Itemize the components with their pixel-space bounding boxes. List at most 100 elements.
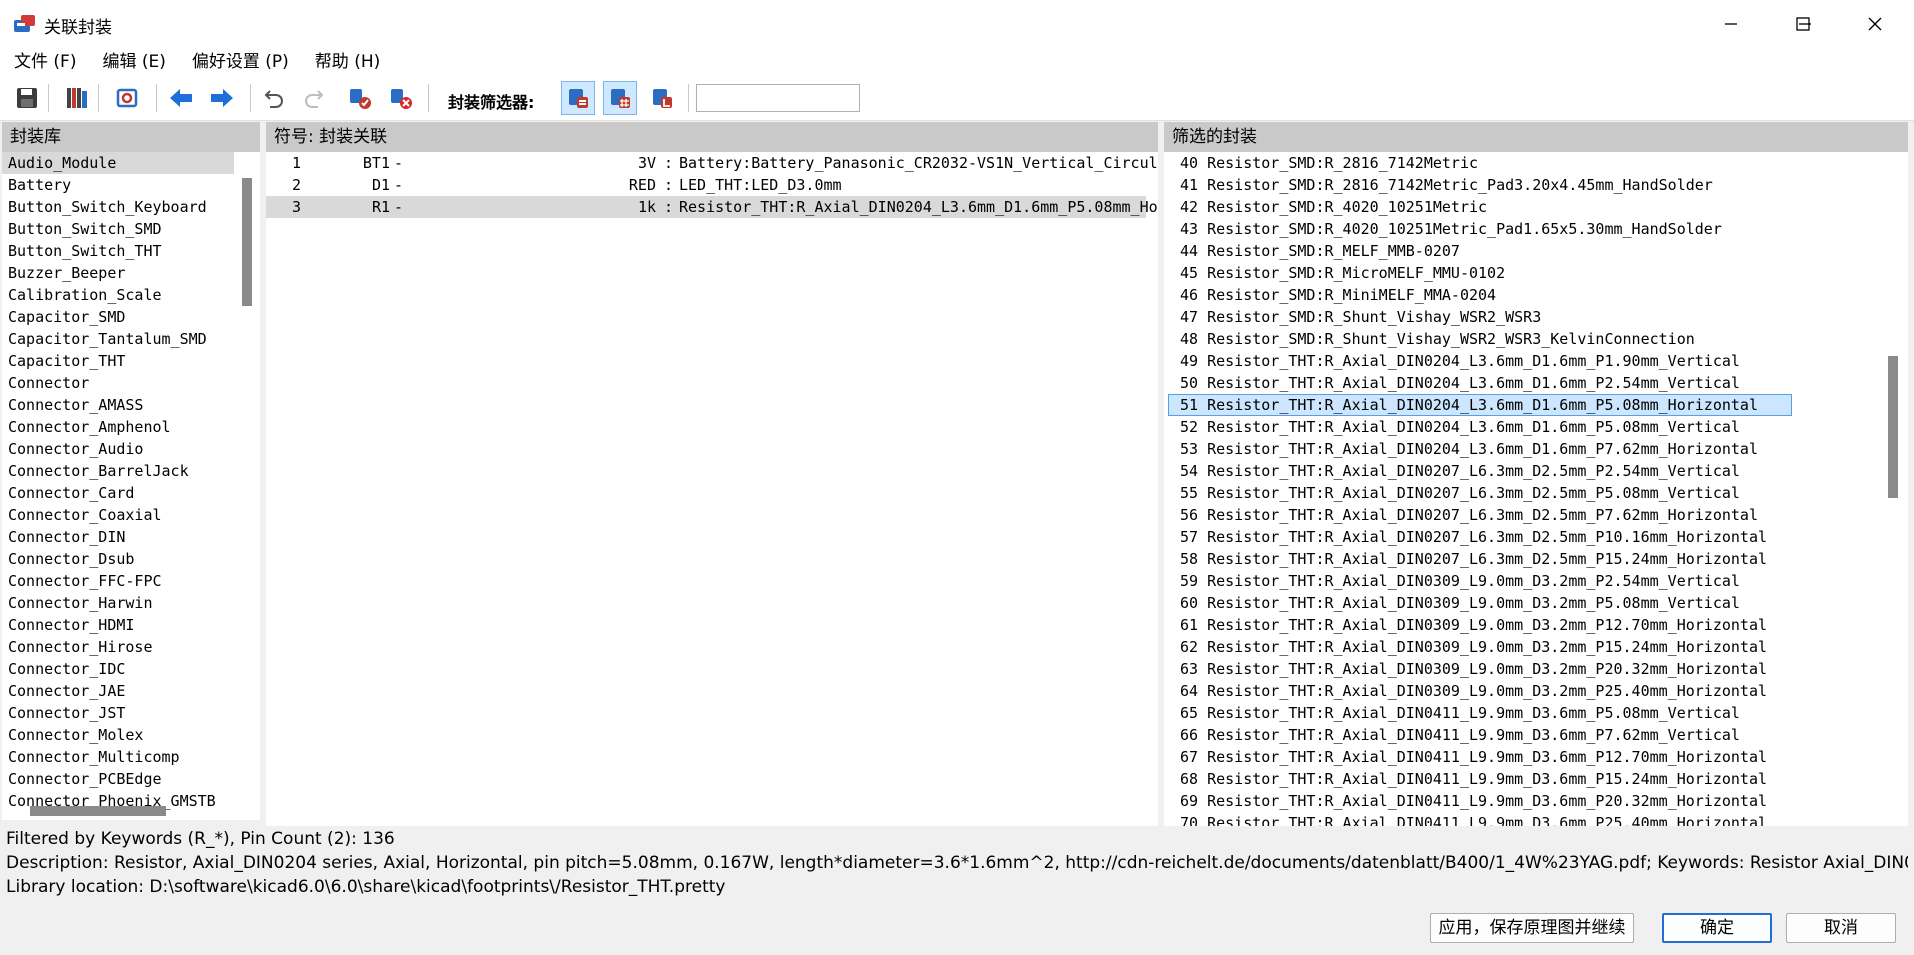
library-item[interactable]: Button_Switch_SMD (2, 218, 234, 240)
library-item[interactable]: Connector_DIN (2, 526, 234, 548)
footprint-item[interactable]: 66 Resistor_THT:R_Axial_DIN0411_L9.9mm_D… (1168, 724, 1792, 746)
footprint-item[interactable]: 57 Resistor_THT:R_Axial_DIN0207_L6.3mm_D… (1168, 526, 1792, 548)
footprint-item[interactable]: 70 Resistor_THT:R_Axial_DIN0411_L9.9mm_D… (1168, 812, 1792, 826)
menu-item[interactable]: 编辑 (E) (88, 48, 177, 76)
library-item[interactable]: Connector_HDMI (2, 614, 234, 636)
footprint-item[interactable]: 59 Resistor_THT:R_Axial_DIN0309_L9.0mm_D… (1168, 570, 1792, 592)
library-item[interactable]: Connector_AMASS (2, 394, 234, 416)
delete-associations-button[interactable] (384, 81, 418, 115)
library-item[interactable]: Buzzer_Beeper (2, 262, 234, 284)
footprint-number: 65 (1180, 704, 1199, 722)
footprint-item[interactable]: 65 Resistor_THT:R_Axial_DIN0411_L9.9mm_D… (1168, 702, 1792, 724)
library-item[interactable]: Connector_BarrelJack (2, 460, 234, 482)
auto-assign-button[interactable] (343, 81, 377, 115)
library-item[interactable]: Button_Switch_Keyboard (2, 196, 234, 218)
library-item[interactable]: Connector_IDC (2, 658, 234, 680)
footprint-item[interactable]: 54 Resistor_THT:R_Axial_DIN0207_L6.3mm_D… (1168, 460, 1792, 482)
symbol-row[interactable]: 2 D1- RED: LED_THT:LED_D3.0mm (266, 174, 1146, 196)
footprint-item[interactable]: 60 Resistor_THT:R_Axial_DIN0309_L9.0mm_D… (1168, 592, 1792, 614)
library-item[interactable]: Connector_Card (2, 482, 234, 504)
footprint-item[interactable]: 45 Resistor_SMD:R_MicroMELF_MMU-0102 (1168, 262, 1792, 284)
apply-save-continue-button[interactable]: 应用，保存原理图并继续 (1430, 913, 1634, 943)
library-item[interactable]: Connector_FFC-FPC (2, 570, 234, 592)
footprint-item[interactable]: 53 Resistor_THT:R_Axial_DIN0204_L3.6mm_D… (1168, 438, 1792, 460)
footprint-item[interactable]: 62 Resistor_THT:R_Axial_DIN0309_L9.0mm_D… (1168, 636, 1792, 658)
footprint-item[interactable]: 52 Resistor_THT:R_Axial_DIN0204_L3.6mm_D… (1168, 416, 1792, 438)
libraries-hscroll-thumb[interactable] (30, 806, 166, 816)
footprint-number: 61 (1180, 616, 1199, 634)
close-button[interactable] (1840, 0, 1910, 48)
footprint-item[interactable]: 51 Resistor_THT:R_Axial_DIN0204_L3.6mm_D… (1168, 394, 1792, 416)
footprint-item[interactable]: 44 Resistor_SMD:R_MELF_MMB-0207 (1168, 240, 1792, 262)
library-item[interactable]: Connector_Coaxial (2, 504, 234, 526)
previous-button[interactable] (164, 81, 198, 115)
library-item[interactable]: Connector_Audio (2, 438, 234, 460)
footprint-item[interactable]: 68 Resistor_THT:R_Axial_DIN0411_L9.9mm_D… (1168, 768, 1792, 790)
footprint-item[interactable]: 42 Resistor_SMD:R_4020_10251Metric (1168, 196, 1792, 218)
library-item[interactable]: Connector (2, 372, 234, 394)
redo-button[interactable] (297, 81, 331, 115)
symbol-value: 1k (637, 198, 656, 216)
footprint-number: 55 (1180, 484, 1199, 502)
library-item[interactable]: Connector_Dsub (2, 548, 234, 570)
library-item[interactable]: Capacitor_Tantalum_SMD (2, 328, 234, 350)
footprint-item[interactable]: 48 Resistor_SMD:R_Shunt_Vishay_WSR2_WSR3… (1168, 328, 1792, 350)
footprint-item[interactable]: 41 Resistor_SMD:R_2816_7142Metric_Pad3.2… (1168, 174, 1792, 196)
footprint-item[interactable]: 40 Resistor_SMD:R_2816_7142Metric (1168, 152, 1792, 174)
next-button[interactable] (205, 81, 239, 115)
library-item[interactable]: Connector_JST (2, 702, 234, 724)
cancel-button[interactable]: 取消 (1786, 913, 1896, 943)
filter-pincount-toggle[interactable] (603, 81, 637, 115)
symbol-row[interactable]: 1 BT1- 3V: Battery:Battery_Panasonic_CR2032… (266, 152, 1158, 174)
footprint-item[interactable]: 50 Resistor_THT:R_Axial_DIN0204_L3.6mm_D… (1168, 372, 1792, 394)
library-item[interactable]: Connector_Multicomp (2, 746, 234, 768)
symbol-value: 3V (637, 154, 656, 172)
footprint-item[interactable]: 67 Resistor_THT:R_Axial_DIN0411_L9.9mm_D… (1168, 746, 1792, 768)
library-item[interactable]: Connector_PCBEdge (2, 768, 234, 790)
footprint-item[interactable]: 69 Resistor_THT:R_Axial_DIN0411_L9.9mm_D… (1168, 790, 1792, 812)
footprint-item[interactable]: 46 Resistor_SMD:R_MiniMELF_MMA-0204 (1168, 284, 1792, 306)
maximize-button[interactable] (1768, 0, 1838, 48)
undo-icon (264, 90, 283, 108)
libraries-vscroll-thumb[interactable] (242, 178, 252, 306)
symbol-footprint: LED_THT:LED_D3.0mm (679, 176, 842, 194)
save-button[interactable] (10, 81, 44, 115)
footprint-item[interactable]: 58 Resistor_THT:R_Axial_DIN0207_L6.3mm_D… (1168, 548, 1792, 570)
symbol-row[interactable]: 3 R1- 1k: Resistor_THT:R_Axial_DIN0204_L3.6… (266, 196, 1158, 218)
footprint-item[interactable]: 64 Resistor_THT:R_Axial_DIN0309_L9.0mm_D… (1168, 680, 1792, 702)
library-button[interactable] (60, 81, 94, 115)
filter-keywords-toggle[interactable] (561, 81, 595, 115)
library-item[interactable]: Audio_Module (2, 152, 234, 174)
menu-item[interactable]: 帮助 (H) (301, 48, 392, 76)
library-item[interactable]: Connector_Molex (2, 724, 234, 746)
footprint-filter-input[interactable] (696, 84, 860, 112)
footprint-item[interactable]: 47 Resistor_SMD:R_Shunt_Vishay_WSR2_WSR3 (1168, 306, 1792, 328)
library-item[interactable]: Connector_Hirose (2, 636, 234, 658)
footprint-item[interactable]: 43 Resistor_SMD:R_4020_10251Metric_Pad1.… (1168, 218, 1792, 240)
library-item[interactable]: Calibration_Scale (2, 284, 234, 306)
ok-button[interactable]: 确定 (1662, 913, 1772, 943)
filter-library-toggle[interactable] (645, 81, 679, 115)
footprints-vscroll-thumb[interactable] (1888, 356, 1898, 498)
footprint-item[interactable]: 61 Resistor_THT:R_Axial_DIN0309_L9.0mm_D… (1168, 614, 1792, 636)
footprint-item[interactable]: 63 Resistor_THT:R_Axial_DIN0309_L9.0mm_D… (1168, 658, 1792, 680)
library-item[interactable]: Battery (2, 174, 234, 196)
footprint-item[interactable]: 56 Resistor_THT:R_Axial_DIN0207_L6.3mm_D… (1168, 504, 1792, 526)
menu-item[interactable]: 文件 (F) (0, 48, 88, 76)
footprint-item[interactable]: 55 Resistor_THT:R_Axial_DIN0207_L6.3mm_D… (1168, 482, 1792, 504)
library-item[interactable]: Capacitor_SMD (2, 306, 234, 328)
library-item[interactable]: Connector_Amphenol (2, 416, 234, 438)
library-item[interactable]: Connector_JAE (2, 680, 234, 702)
library-item[interactable]: Button_Switch_THT (2, 240, 234, 262)
library-item[interactable]: Capacitor_THT (2, 350, 234, 372)
symbol-dash: - (394, 154, 404, 172)
library-item[interactable]: Connector_Harwin (2, 592, 234, 614)
library-refresh-button[interactable] (110, 81, 144, 115)
symbols-panel: 1 BT1-3V: Battery:Battery_Panasonic_CR2032… (266, 152, 1158, 826)
footprint-item[interactable]: 49 Resistor_THT:R_Axial_DIN0204_L3.6mm_D… (1168, 350, 1792, 372)
toolbar-separator (250, 84, 251, 112)
undo-button[interactable] (257, 81, 291, 115)
minimize-button[interactable] (1696, 0, 1766, 48)
menu-item[interactable]: 偏好设置 (P) (178, 48, 301, 76)
